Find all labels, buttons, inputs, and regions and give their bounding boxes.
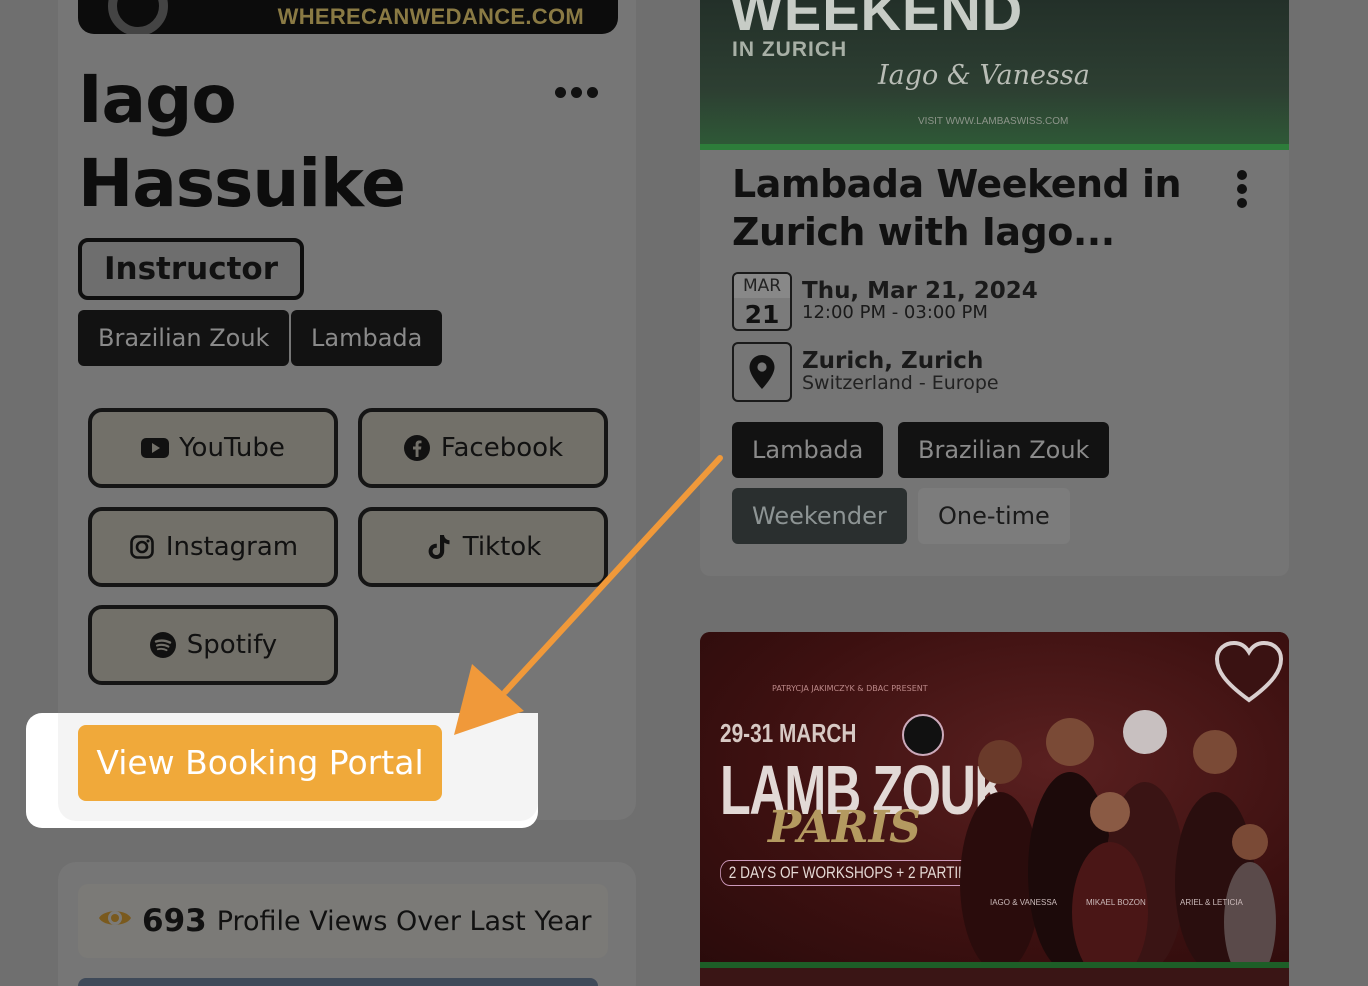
facebook-button[interactable]: Facebook	[358, 408, 608, 488]
event-tag-one-time[interactable]: One-time	[918, 488, 1070, 544]
event-poster[interactable]: PATRYCJA JAKIMCZYK & DBAC PRESENT 29-31 …	[700, 632, 1289, 968]
spotify-icon	[149, 631, 177, 659]
event-tag-weekender[interactable]: Weekender	[732, 488, 907, 544]
first-name: Iago	[78, 61, 237, 138]
instagram-label: Instagram	[165, 532, 299, 562]
event-tag-lambada[interactable]: Lambada	[732, 422, 884, 478]
instagram-icon	[128, 533, 156, 561]
tiktok-label: Tiktok	[462, 532, 542, 562]
poster-bar	[700, 962, 1289, 968]
style-chip-brazilian-zouk[interactable]: Brazilian Zouk	[78, 310, 290, 366]
profile-name: Iago Hassuike	[78, 58, 498, 226]
favorite-heart-icon[interactable]	[1214, 640, 1284, 704]
poster-name-1: IAGO & VANESSA	[990, 898, 1057, 907]
logo-icon	[108, 0, 168, 34]
profile-views-count: 693	[142, 903, 207, 939]
event-date: Thu, Mar 21, 2024	[802, 278, 1038, 304]
event-day: 21	[744, 300, 780, 329]
event-card-2[interactable]: PATRYCJA JAKIMCZYK & DBAC PRESENT 29-31 …	[700, 632, 1289, 986]
style-chip-lambada[interactable]: Lambada	[291, 310, 443, 366]
calendar-icon: MAR 21	[732, 272, 792, 331]
profile-views-row: 693 Profile Views Over Last Year	[78, 884, 608, 958]
youtube-icon	[141, 434, 170, 462]
event-menu-icon[interactable]	[1236, 170, 1248, 208]
last-name: Hassuike	[78, 145, 406, 222]
facebook-icon	[403, 434, 431, 462]
poster-present: PATRYCJA JAKIMCZYK & DBAC PRESENT	[772, 684, 928, 693]
tiktok-button[interactable]: Tiktok	[358, 507, 608, 587]
event-image-url: VISIT WWW.LAMBASWISS.COM	[918, 116, 1069, 127]
event-region: Switzerland - Europe	[802, 372, 999, 394]
poster-name-2: MIKAEL BOZON	[1086, 898, 1146, 907]
event-city: Zurich, Zurich	[802, 348, 984, 374]
event-time: 12:00 PM - 03:00 PM	[802, 302, 988, 323]
event-tag-brazilian-zouk[interactable]: Brazilian Zouk	[898, 422, 1110, 478]
location-pin-icon	[732, 342, 792, 402]
event-image-script: Iago & Vanessa	[878, 60, 1090, 91]
youtube-button[interactable]: YouTube	[88, 408, 338, 488]
view-booking-portal-button[interactable]: View Booking Portal	[78, 725, 442, 801]
eye-icon	[98, 906, 132, 937]
profile-menu-icon[interactable]	[555, 82, 599, 102]
logo-text: WHERECANWEDANCE.COM	[277, 4, 584, 29]
youtube-label: YouTube	[179, 433, 285, 463]
event-title[interactable]: Lambada Weekend in Zurich with Iago...	[732, 160, 1202, 256]
profile-views-label: Profile Views Over Last Year	[216, 905, 592, 937]
instagram-button[interactable]: Instagram	[88, 507, 338, 587]
poster-name-3: ARIEL & LETICIA	[1180, 898, 1243, 907]
poster-dates: 29-31 MARCH	[720, 718, 857, 748]
event-month: MAR	[734, 274, 790, 298]
next-section-strip	[78, 978, 598, 986]
role-badge: Instructor	[78, 238, 305, 300]
spotify-button[interactable]: Spotify	[88, 605, 338, 685]
event-image-title: WEEKEND	[730, 0, 1024, 42]
event-image-bar	[700, 144, 1289, 150]
event-image-subtitle: IN ZURICH	[732, 38, 848, 61]
poster-subtitle: PARIS	[768, 802, 921, 853]
edition-badge-icon	[902, 714, 944, 756]
tiktok-icon	[425, 533, 453, 561]
spotify-label: Spotify	[186, 630, 278, 660]
facebook-label: Facebook	[440, 433, 564, 463]
event-image[interactable]: WEEKEND IN ZURICH Iago & Vanessa VISIT W…	[700, 0, 1289, 150]
site-logo-banner[interactable]: WHERECANWEDANCE.COM	[78, 0, 618, 34]
